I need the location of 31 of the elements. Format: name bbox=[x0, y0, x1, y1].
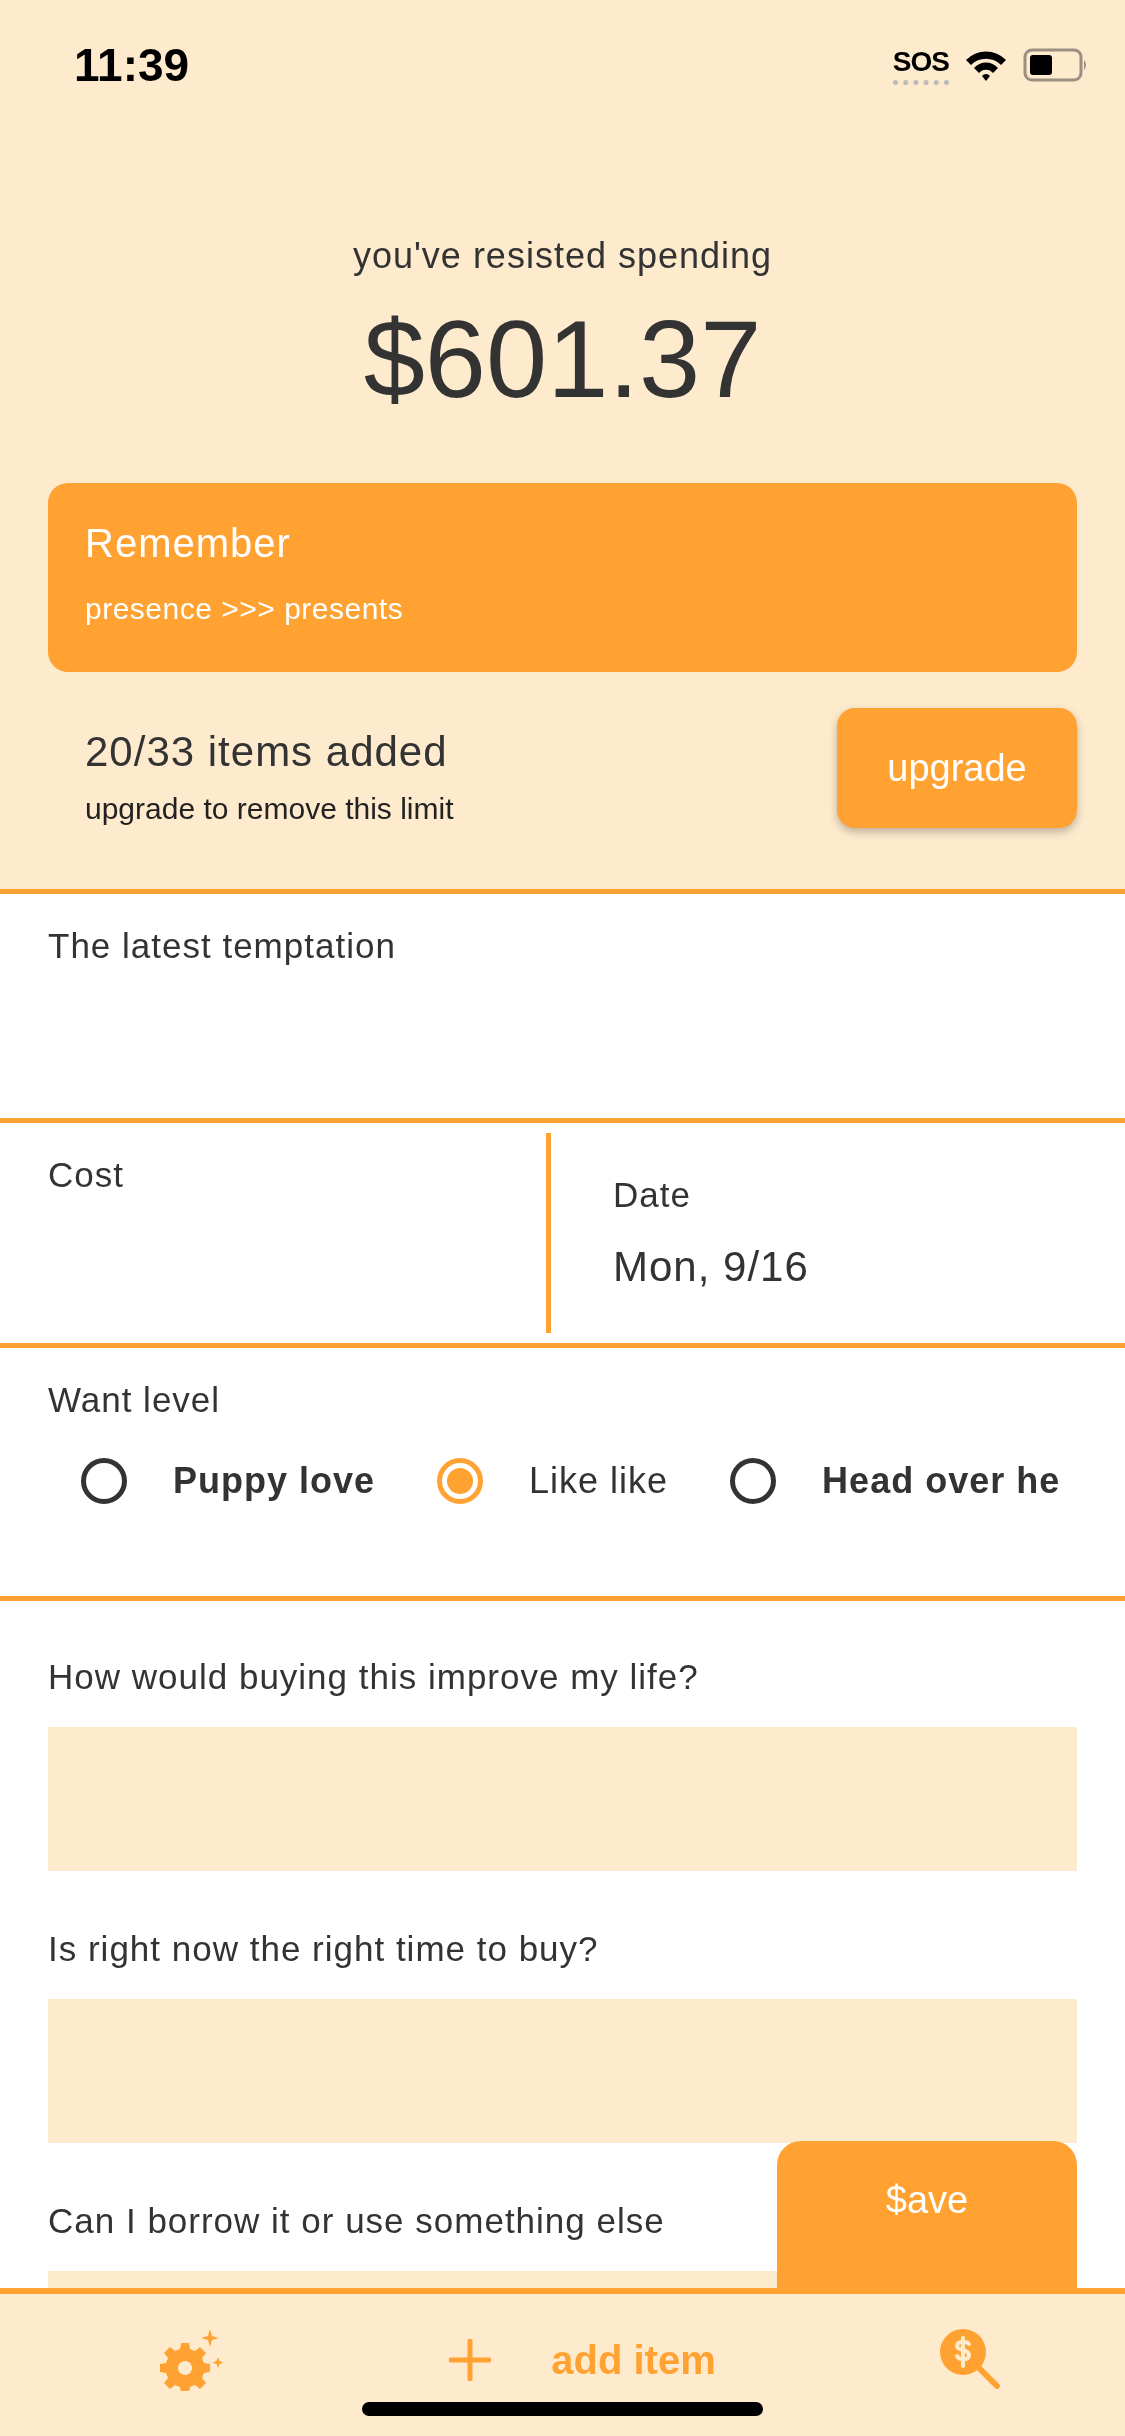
plus-icon bbox=[449, 2339, 492, 2381]
question-label: Can I borrow it or use something else bbox=[48, 2201, 665, 2241]
settings-icon[interactable] bbox=[160, 2329, 226, 2391]
radio-label: Like like bbox=[529, 1460, 669, 1502]
field-label: The latest temptation bbox=[48, 926, 396, 966]
radio-button[interactable] bbox=[81, 1458, 127, 1504]
radio-button[interactable] bbox=[437, 1458, 484, 1504]
answer-field[interactable] bbox=[48, 1999, 1077, 2143]
item-name-field[interactable]: The latest temptation bbox=[0, 894, 1125, 1118]
field-label: Date bbox=[613, 1175, 691, 1215]
question-label: How would buying this improve my life? bbox=[48, 1657, 699, 1697]
savings-caption: you've resisted spending bbox=[351, 235, 774, 277]
radio-label: Head over he bbox=[822, 1460, 1061, 1502]
cost-field[interactable]: Cost bbox=[0, 1123, 546, 1343]
reminder-title: Remember bbox=[85, 521, 291, 566]
limit-note: upgrade to remove this limit bbox=[85, 792, 454, 826]
items-count: 20/33 items added bbox=[85, 728, 448, 776]
answer-field[interactable] bbox=[48, 1727, 1077, 1871]
radio-button[interactable] bbox=[730, 1458, 777, 1504]
search-money-icon[interactable] bbox=[939, 2328, 1001, 2392]
date-value: Mon, 9/16 bbox=[613, 1243, 809, 1291]
date-field[interactable]: Date Mon, 9/16 bbox=[551, 1123, 1125, 1343]
savings-amount: $601.37 bbox=[362, 296, 763, 422]
status-time: 11:39 bbox=[74, 38, 190, 92]
field-label: Cost bbox=[48, 1155, 124, 1195]
sos-indicator: SOS bbox=[892, 45, 949, 85]
field-label: Want level bbox=[48, 1380, 221, 1420]
battery-icon bbox=[1023, 48, 1089, 82]
reminder-text: presence >>> presents bbox=[85, 592, 404, 626]
radio-label: Puppy love bbox=[173, 1460, 376, 1502]
question-label: Is right now the right time to buy? bbox=[48, 1929, 599, 1969]
